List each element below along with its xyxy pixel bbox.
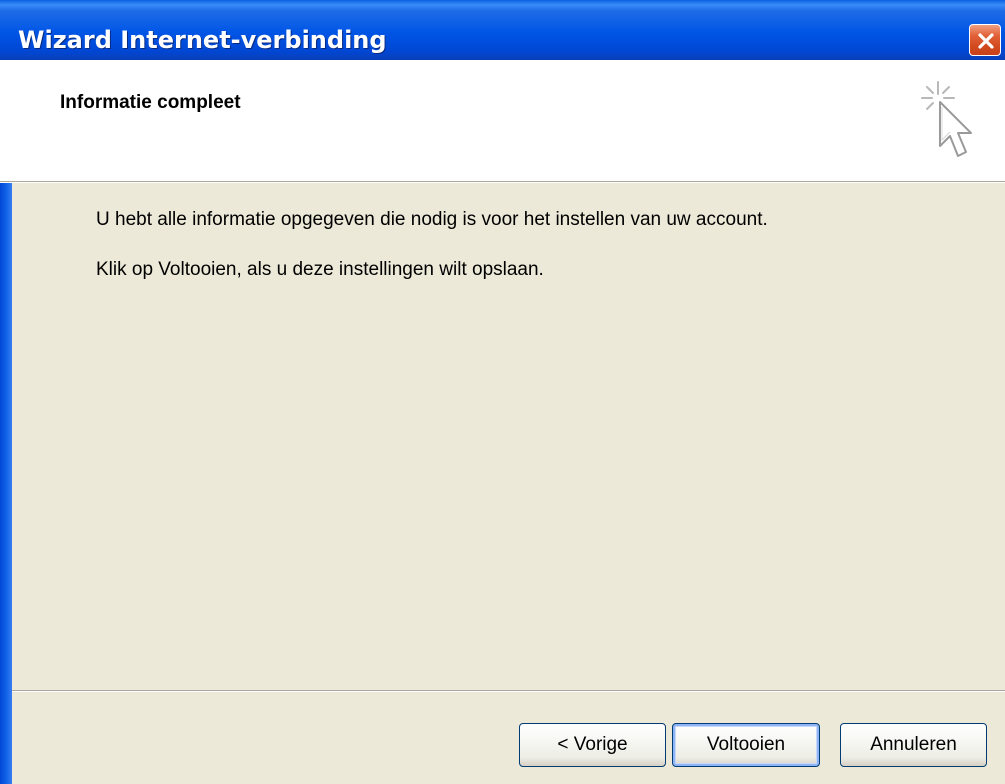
title-bar[interactable]: Wizard Internet-verbinding [0, 0, 1005, 60]
cancel-button[interactable]: Annuleren [840, 723, 987, 767]
cancel-button-label: Annuleren [870, 734, 957, 755]
instruction-text: Klik op Voltooien, als u deze instelling… [96, 259, 544, 280]
wizard-window: Wizard Internet-verbinding Informatie co… [0, 0, 1005, 784]
wizard-header: Informatie compleet [0, 60, 1005, 181]
wizard-cursor-sparkle-icon [921, 81, 972, 157]
close-icon [978, 33, 994, 49]
finish-button-label: Voltooien [706, 734, 786, 755]
finish-button[interactable]: Voltooien [672, 723, 820, 767]
info-complete-text: U hebt alle informatie opgegeven die nod… [96, 209, 768, 230]
page-title: Informatie compleet [60, 92, 241, 113]
close-button[interactable] [969, 24, 1001, 56]
window-title: Wizard Internet-verbinding [18, 26, 387, 54]
back-button-label: < Vorige [557, 734, 628, 755]
header-divider [0, 181, 1005, 183]
footer-divider [12, 690, 1005, 692]
back-button[interactable]: < Vorige [519, 723, 666, 767]
